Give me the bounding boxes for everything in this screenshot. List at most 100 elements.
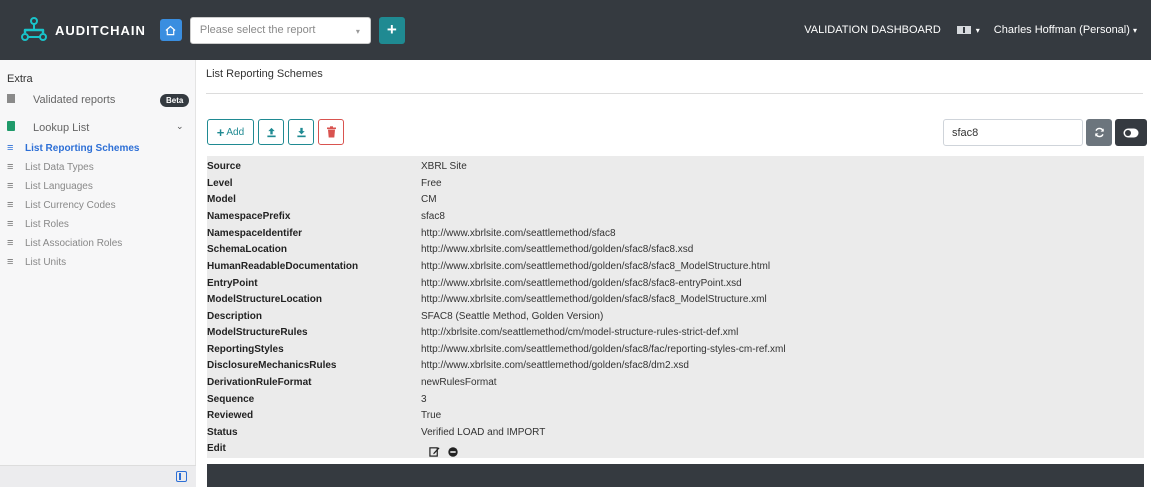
sidebar-item-list-data-types[interactable]: ≡ List Data Types <box>7 161 94 173</box>
detail-value: http://www.xbrlsite.com/seattlemethod/go… <box>421 243 694 255</box>
delete-button[interactable] <box>318 119 344 145</box>
list-icon: ≡ <box>7 161 14 173</box>
add-button[interactable]: + Add <box>207 119 254 145</box>
detail-value: sfac8 <box>421 210 445 222</box>
detail-key: HumanReadableDocumentation <box>207 260 359 272</box>
detail-value: http://www.xbrlsite.com/seattlemethod/go… <box>421 277 742 289</box>
sidebar-item-list-roles[interactable]: ≡ List Roles <box>7 218 69 230</box>
detail-key: SchemaLocation <box>207 243 288 255</box>
detail-key: Model <box>207 193 236 205</box>
bottom-bar <box>207 464 1144 487</box>
sidebar-item-label: List Roles <box>25 218 69 230</box>
detail-row: Description SFAC8 (Seattle Method, Golde… <box>207 308 1144 324</box>
document-icon <box>7 94 15 103</box>
search-input[interactable] <box>943 119 1083 146</box>
detail-key: Edit <box>207 442 226 454</box>
list-icon: ≡ <box>7 142 14 154</box>
detail-row: NamespaceIdentifer http://www.xbrlsite.c… <box>207 225 1144 241</box>
sidebar-item-list-currency-codes[interactable]: ≡ List Currency Codes <box>7 199 116 211</box>
toolbar: + Add <box>207 119 348 145</box>
home-icon <box>165 25 176 35</box>
sidebar-item-label: List Units <box>25 256 67 268</box>
detail-value: http://www.xbrlsite.com/seattlemethod/go… <box>421 293 767 305</box>
validation-dashboard-link[interactable]: VALIDATION DASHBOARD <box>804 24 941 36</box>
detail-key: ReportingStyles <box>207 343 284 355</box>
top-right-menu: VALIDATION DASHBOARD ▾ Charles Hoffman (… <box>804 0 1137 60</box>
download-icon <box>296 127 306 137</box>
chevron-down-icon: ▾ <box>975 25 980 35</box>
brand-name: AUDITCHAIN <box>55 22 146 38</box>
detail-row: NamespacePrefix sfac8 <box>207 208 1144 224</box>
detail-value: http://www.xbrlsite.com/seattlemethod/go… <box>421 359 689 371</box>
detail-value: http://www.xbrlsite.com/seattlemethod/sf… <box>421 227 616 239</box>
sidebar-item-list-languages[interactable]: ≡ List Languages <box>7 180 93 192</box>
detail-row: ReportingStyles http://www.xbrlsite.com/… <box>207 341 1144 357</box>
detail-value: 3 <box>421 393 427 405</box>
download-button[interactable] <box>288 119 314 145</box>
home-button[interactable] <box>159 19 182 41</box>
sidebar-collapse-icon[interactable] <box>176 471 187 482</box>
sidebar-item-list-association-roles[interactable]: ≡ List Association Roles <box>7 237 122 249</box>
sidebar-item-lookup-list[interactable]: Lookup List <box>7 121 89 134</box>
sidebar-heading: Extra <box>7 73 33 85</box>
sidebar-item-label: List Reporting Schemes <box>25 142 140 154</box>
chevron-down-icon: ▾ <box>355 26 360 36</box>
detail-key: Status <box>207 426 238 438</box>
add-report-button[interactable]: + <box>378 16 405 44</box>
detail-row: Edit <box>207 440 1144 457</box>
detail-row: SchemaLocation http://www.xbrlsite.com/s… <box>207 241 1144 257</box>
detail-row: Level Free <box>207 175 1144 191</box>
edit-icon[interactable] <box>429 446 440 457</box>
detail-value: Free <box>421 177 442 189</box>
detail-row: Sequence 3 <box>207 391 1144 407</box>
detail-value: True <box>421 409 442 421</box>
main-content: List Reporting Schemes + Add sfac8 Sourc… <box>196 60 1151 487</box>
edit-actions <box>429 446 458 457</box>
page-title: List Reporting Schemes <box>206 68 323 80</box>
sidebar-item-list-units[interactable]: ≡ List Units <box>7 256 66 268</box>
sidebar-item-label: List Currency Codes <box>25 199 116 211</box>
chevron-down-icon: ▾ <box>1132 26 1137 35</box>
detail-key: DerivationRuleFormat <box>207 376 312 388</box>
sidebar-item-label: Lookup List <box>33 121 90 134</box>
detail-row: Status Verified LOAD and IMPORT <box>207 424 1144 440</box>
detail-key: EntryPoint <box>207 277 258 289</box>
divider <box>206 93 1143 94</box>
sidebar-item-label: Validated reports <box>33 94 116 106</box>
detail-row: DisclosureMechanicsRules http://www.xbrl… <box>207 357 1144 373</box>
detail-row: Model CM <box>207 191 1144 207</box>
language-dropdown[interactable]: ▾ <box>956 25 980 35</box>
add-button-label: Add <box>226 126 245 138</box>
sidebar-item-list-reporting-schemes[interactable]: ≡ List Reporting Schemes <box>7 142 139 154</box>
refresh-button[interactable] <box>1086 119 1112 146</box>
beta-badge: Beta <box>160 94 190 107</box>
sidebar-item-validated-reports[interactable]: Validated reports <box>7 94 115 106</box>
detail-row: EntryPoint http://www.xbrlsite.com/seatt… <box>207 275 1144 291</box>
user-name: Charles Hoffman (Personal) <box>993 24 1130 36</box>
sidebar-item-label: List Association Roles <box>25 237 123 249</box>
sidebar-item-label: List Data Types <box>25 161 94 173</box>
refresh-icon <box>1094 127 1104 138</box>
detail-value: SFAC8 (Seattle Method, Golden Version) <box>421 310 604 322</box>
detail-key: Source <box>207 160 241 172</box>
detail-row: HumanReadableDocumentation http://www.xb… <box>207 258 1144 274</box>
detail-key: Level <box>207 177 233 189</box>
upload-button[interactable] <box>258 119 284 145</box>
top-navbar: AUDITCHAIN Please select the report ▾ + … <box>0 0 1151 60</box>
brand-logo[interactable]: AUDITCHAIN <box>20 0 146 60</box>
report-select[interactable]: Please select the report ▾ <box>189 16 371 44</box>
chevron-down-icon[interactable]: ⌄ <box>176 121 184 132</box>
view-toggle-button[interactable] <box>1115 119 1147 146</box>
remove-icon[interactable] <box>448 446 458 457</box>
details-panel: Source XBRL Site Level Free Model CM Nam… <box>207 156 1144 458</box>
detail-key: NamespacePrefix <box>207 210 291 222</box>
detail-row: DerivationRuleFormat newRulesFormat <box>207 374 1144 390</box>
user-menu[interactable]: Charles Hoffman (Personal) ▾ <box>994 24 1137 36</box>
detail-value: http://www.xbrlsite.com/seattlemethod/go… <box>421 260 771 272</box>
detail-row: Source XBRL Site <box>207 158 1144 174</box>
detail-key: Reviewed <box>207 409 254 421</box>
detail-key: NamespaceIdentifer <box>207 227 303 239</box>
upload-icon <box>266 127 276 137</box>
trash-icon <box>326 126 336 138</box>
detail-key: Sequence <box>207 393 255 405</box>
